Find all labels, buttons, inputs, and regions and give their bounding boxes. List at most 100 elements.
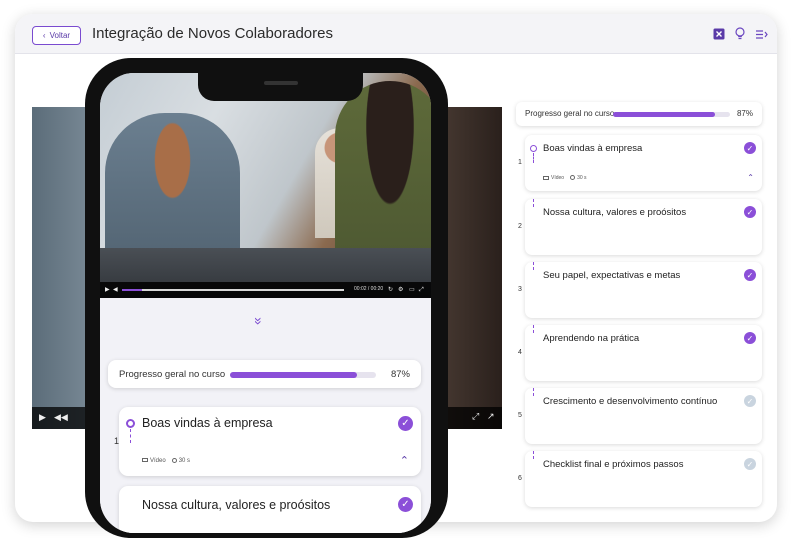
menu-list-icon[interactable] [754,27,768,41]
module-status-dot [530,145,537,152]
module-meta: Vídeo 30 s [142,458,190,464]
page-title: Integração de Novos Colaboradores [92,25,333,42]
phone-notch [198,73,363,101]
module-item-1[interactable]: Boas vindas à empresa ✓ Vídeo 30 s ⌃ [119,407,421,476]
back-button[interactable]: ‹ Voltar [32,26,81,45]
phone-speaker [264,81,298,85]
module-title: Nossa cultura, valores e proósitos [142,498,331,512]
rewind-icon[interactable]: ◀◀ [54,413,68,422]
module-title: Crescimento e desenvolvimento contínuo [543,396,718,407]
module-item-5[interactable]: 5 Crescimento e desenvolvimento contínuo… [516,388,762,444]
module-title: Seu papel, expectativas e metas [543,270,681,281]
share-icon[interactable]: ↗ [487,412,495,421]
module-connector [533,199,534,207]
play-icon[interactable]: ▶ [39,413,46,422]
chevron-left-icon: ‹ [42,31,46,40]
pip-icon[interactable]: ▭ [409,286,415,294]
phone-player-bar: ▶ ◀ 00:02 / 00:20 ↻ ⚙ ▭ ⤢ [100,282,431,298]
settings-icon[interactable]: ⚙ [398,286,403,294]
module-meta-duration: 30 s [178,458,191,465]
course-progress-label: Progresso geral no curso [119,369,226,380]
module-meta-duration: 30 s [577,175,587,181]
video-icon [142,458,148,463]
module-item-2[interactable]: Nossa cultura, valores e proósitos ✓ [119,486,421,533]
phone-mockup: ▶ ◀ 00:02 / 00:20 ↻ ⚙ ▭ ⤢ » Progresso ge… [85,58,448,538]
fullscreen-icon[interactable]: ⤢ [419,286,424,294]
video-meta: Vídeo [543,175,564,181]
module-meta: Vídeo 30 s [543,175,587,181]
player-progress-track[interactable] [122,289,344,291]
chevron-up-icon[interactable]: ⌃ [400,454,409,467]
module-connector [533,451,534,459]
duration-meta: 30 s [171,458,191,465]
modules-panel: Progresso geral no curso 87% 1 Boas vind… [516,102,762,507]
video-icon [543,175,549,180]
module-number: 4 [518,349,522,356]
phone-screen: ▶ ◀ 00:02 / 00:20 ↻ ⚙ ▭ ⤢ » Progresso ge… [100,73,431,533]
module-number: 2 [518,223,522,230]
duration-meta: 30 s [570,175,587,181]
module-status-dot [126,419,135,428]
module-number: 3 [518,286,522,293]
course-progress-label: Progresso geral no curso [525,109,615,118]
check-icon: ✓ [744,142,756,154]
course-progress-card: Progresso geral no curso 87% [516,102,762,126]
back-button-label: Voltar [49,31,71,40]
module-card[interactable]: Crescimento e desenvolvimento contínuo ✓ [525,388,762,444]
course-progress-card: Progresso geral no curso 87% [108,360,421,388]
check-icon: ✓ [744,395,756,407]
course-progress-fill [230,372,358,378]
video-meta: Vídeo [142,458,166,464]
module-card[interactable]: Boas vindas à empresa ✓ Vídeo 30 s ⌃ [525,135,762,191]
module-item-6[interactable]: 6 Checklist final e próximos passos ✓ [516,451,762,507]
module-connector [130,429,131,443]
module-connector [533,262,534,270]
phone-video[interactable]: ▶ ◀ 00:02 / 00:20 ↻ ⚙ ▭ ⤢ [100,73,431,298]
play-icon[interactable]: ▶ [105,286,110,294]
header-bar: ‹ Voltar Integração de Novos Colaborador… [15,14,777,54]
check-icon: ✓ [744,206,756,218]
clock-icon [171,458,177,463]
module-card[interactable]: Seu papel, expectativas e metas ✓ [525,262,762,318]
module-title: Nossa cultura, valores e proósitos [543,207,687,218]
course-progress-fill [613,112,715,117]
check-icon: ✓ [398,497,413,512]
volume-icon[interactable]: ◀ [113,286,118,294]
close-box-icon[interactable] [712,27,726,41]
module-number: 1 [518,159,522,166]
player-progress-fill [122,289,142,291]
module-title: Boas vindas à empresa [142,416,273,430]
module-meta-type: Vídeo [551,175,565,181]
module-meta-type: Vídeo [150,458,166,464]
module-connector [533,153,534,163]
module-card[interactable]: Aprendendo na prática ✓ [525,325,762,381]
course-progress-bar [230,372,376,378]
module-title: Boas vindas à empresa [543,143,643,154]
check-icon: ✓ [744,332,756,344]
phone-module-list: Progresso geral no curso 87% 1 Boas vind… [100,343,431,533]
module-title: Aprendendo na prática [543,333,640,344]
module-connector [533,325,534,333]
module-title: Checklist final e próximos passos [543,459,684,470]
lightbulb-icon[interactable] [733,27,747,41]
replay-icon[interactable]: ↻ [388,286,393,294]
module-item-4[interactable]: 4 Aprendendo na prática ✓ [516,325,762,381]
module-number: 6 [518,475,522,482]
course-progress-percent: 87% [736,109,753,118]
check-icon: ✓ [398,416,413,431]
module-number: 5 [518,412,522,419]
module-card[interactable]: Nossa cultura, valores e proósitos ✓ [525,199,762,255]
check-icon: ✓ [744,269,756,281]
clock-icon [570,175,576,181]
check-icon: ✓ [744,458,756,470]
course-progress-bar [613,112,730,117]
course-progress-percent: 87% [390,369,410,380]
fullscreen-icon[interactable]: ⤢ [472,412,479,421]
module-item-2[interactable]: 2 Nossa cultura, valores e proósitos ✓ [516,199,762,255]
module-item-3[interactable]: 3 Seu papel, expectativas e metas ✓ [516,262,762,318]
chevron-up-icon[interactable]: ⌃ [747,173,754,182]
module-item-1[interactable]: 1 Boas vindas à empresa ✓ Vídeo 30 s ⌃ [516,135,762,191]
player-time: 00:02 / 00:20 [354,286,384,292]
module-card[interactable]: Checklist final e próximos passos ✓ [525,451,762,507]
double-chevron-down-icon[interactable]: » [251,317,267,325]
